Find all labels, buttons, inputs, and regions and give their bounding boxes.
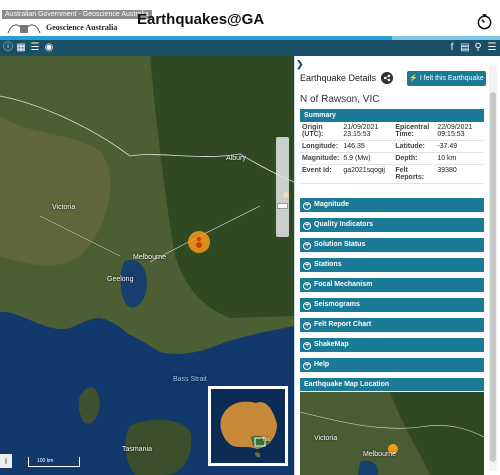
menu-icon[interactable]: ☰: [486, 42, 498, 54]
page-title: Earthquakes@GA: [137, 11, 265, 28]
summary-table: Origin (UTC): 21/09/2021 23:15:53 Epicen…: [300, 122, 484, 184]
facebook-icon[interactable]: f: [446, 42, 458, 54]
location-map-label-victoria: Victoria: [314, 435, 338, 442]
summary-value: 39380: [435, 164, 484, 184]
section-label: Seismograms: [314, 301, 360, 308]
zoom-slider[interactable]: [276, 137, 289, 237]
summary-key: Depth:: [393, 152, 436, 165]
info-icon[interactable]: ⓘ: [2, 42, 14, 54]
panel-scrollbar[interactable]: [489, 66, 497, 471]
section-quality-indicators[interactable]: + Quality Indicators: [300, 218, 484, 232]
section-label: ShakeMap: [314, 341, 349, 348]
share-icon[interactable]: [381, 72, 393, 84]
rss-icon[interactable]: ◉: [43, 42, 55, 54]
section-label: Felt Report Chart: [314, 321, 372, 328]
section-seismograms[interactable]: + Seismograms: [300, 298, 484, 312]
summary-value: 5.9 (Mw): [341, 152, 394, 165]
section-label: Help: [314, 361, 330, 368]
expand-icon: +: [303, 362, 311, 370]
details-title: Earthquake Details: [300, 73, 377, 83]
section-label: Focal Mechanism: [314, 281, 373, 288]
summary-value: ga2021sqogij: [341, 164, 394, 184]
summary-key: Felt Reports:: [393, 164, 436, 184]
filter-icon[interactable]: ▦: [15, 42, 27, 54]
table-row: Origin (UTC): 21/09/2021 23:15:53 Epicen…: [300, 122, 484, 141]
timer-icon[interactable]: [476, 13, 493, 30]
toolbar: ⓘ ▦ ☰ ◉ f ▤ ⚲ ☰: [0, 40, 500, 56]
government-label: Australian Government - Geoscience Austr…: [2, 10, 152, 19]
felt-icon: ⚡: [409, 75, 418, 82]
map-info-button[interactable]: i: [0, 454, 12, 468]
coat-of-arms-logo: [7, 24, 41, 34]
summary-value: 22/09/2021 09:15:53: [435, 122, 484, 141]
list-icon[interactable]: ☰: [29, 42, 41, 54]
table-row: Longitude: 146.35 Latitude: -37.49: [300, 140, 484, 153]
section-focal-mechanism[interactable]: + Focal Mechanism: [300, 278, 484, 292]
map-label-victoria: Victoria: [52, 204, 76, 211]
summary-key: Origin (UTC):: [300, 122, 342, 141]
section-label: Stations: [314, 261, 342, 268]
expand-icon: +: [303, 222, 311, 230]
summary-value: 10 km: [435, 152, 484, 165]
scale-label: 100 km: [37, 458, 54, 464]
earthquake-location-map[interactable]: Victoria Melbourne: [300, 392, 484, 475]
expand-icon: +: [303, 302, 311, 310]
location-map-image: [300, 392, 484, 475]
section-felt-report-chart[interactable]: + Felt Report Chart: [300, 318, 484, 332]
expand-icon: +: [303, 342, 311, 350]
summary-header: Summary: [300, 109, 484, 122]
section-solution-status[interactable]: + Solution Status: [300, 238, 484, 252]
summary-key: Longitude:: [300, 140, 342, 153]
map-label-tasmania: Tasmania: [122, 446, 152, 453]
summary-key: Epicentral Time:: [393, 122, 436, 141]
expand-icon: +: [303, 262, 311, 270]
summary-value: 21/09/2021 23:15:53: [341, 122, 394, 141]
felt-label: I felt this Earthquake: [419, 75, 484, 82]
zoom-handle[interactable]: [277, 203, 288, 209]
section-stations[interactable]: + Stations: [300, 258, 484, 272]
collapse-panel-icon[interactable]: ❯: [296, 59, 304, 70]
overview-label: Tas: [262, 437, 270, 443]
section-label: Quality Indicators: [314, 221, 374, 228]
summary-value: 146.35: [341, 140, 394, 153]
section-label: Magnitude: [314, 201, 349, 208]
section-magnitude[interactable]: + Magnitude: [300, 198, 484, 212]
app-header: Australian Government - Geoscience Austr…: [0, 0, 500, 40]
map-label-geelong: Geelong: [107, 276, 134, 283]
overview-map-image: [211, 389, 285, 463]
details-panel: ❯ Earthquake Details ⚡ I felt this Earth…: [294, 56, 500, 475]
summary-key: Event Id:: [300, 164, 342, 184]
felt-earthquake-button[interactable]: ⚡ I felt this Earthquake: [407, 71, 486, 86]
expand-icon: +: [303, 202, 311, 210]
expand-icon: +: [303, 282, 311, 290]
location-name: N of Rawson, VIC: [300, 94, 380, 105]
map-label-albury: Albury: [226, 155, 246, 162]
section-label: Solution Status: [314, 241, 366, 248]
document-icon[interactable]: ▤: [459, 42, 471, 54]
overview-map[interactable]: Tas: [208, 386, 288, 466]
summary-key: Latitude:: [393, 140, 436, 153]
table-row: Magnitude: 5.9 (Mw) Depth: 10 km: [300, 152, 484, 165]
table-row: Event Id: ga2021sqogij Felt Reports: 393…: [300, 164, 484, 184]
scale-bar: 100 km: [28, 457, 80, 467]
summary-key: Magnitude:: [300, 152, 342, 165]
expand-icon: +: [303, 242, 311, 250]
agency-name: Geoscience Australia: [46, 23, 118, 32]
map-label-bass-strait: Bass Strait: [173, 376, 207, 383]
map-view[interactable]: Albury Victoria Melbourne Geelong Bass S…: [0, 56, 294, 475]
section-shakemap[interactable]: + ShakeMap: [300, 338, 484, 352]
location-map-header: Earthquake Map Location: [300, 378, 484, 391]
section-help[interactable]: + Help: [300, 358, 484, 372]
search-icon[interactable]: ⚲: [472, 42, 484, 54]
map-label-melbourne: Melbourne: [133, 254, 167, 261]
location-map-label-melbourne: Melbourne: [363, 451, 397, 458]
summary-value: -37.49: [435, 140, 484, 153]
expand-icon: +: [303, 322, 311, 330]
